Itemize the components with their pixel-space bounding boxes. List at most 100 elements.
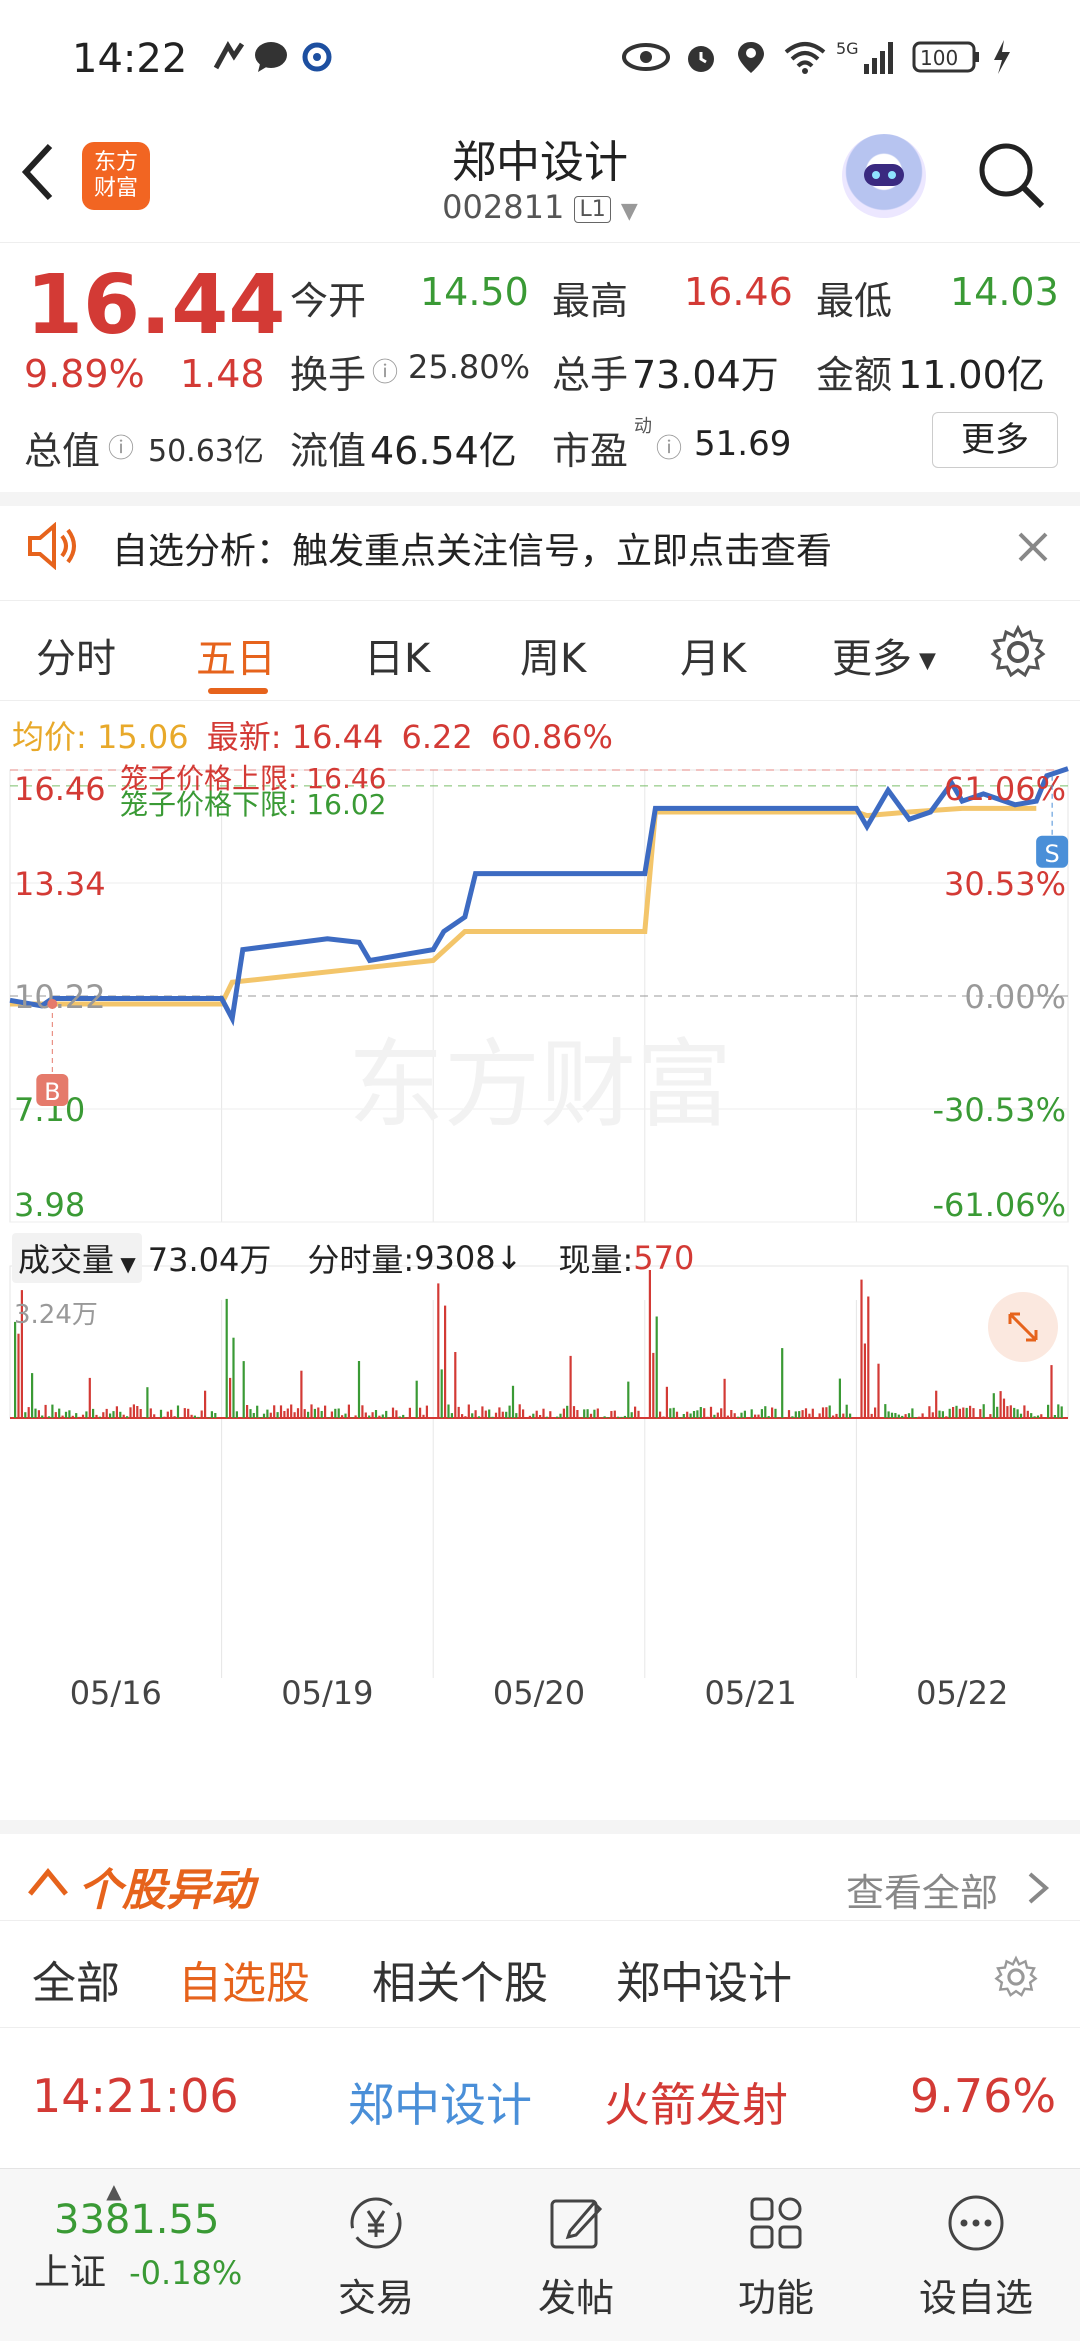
volume-bar	[590, 1414, 592, 1418]
search-icon[interactable]	[976, 140, 1046, 210]
stat-value-pe: 51.69	[694, 424, 791, 464]
volume-bar	[959, 1409, 961, 1418]
volume-bar	[771, 1408, 773, 1419]
volume-bar	[860, 1280, 862, 1418]
volume-bar	[969, 1406, 971, 1418]
volume-bar	[51, 1405, 53, 1418]
volume-bar	[915, 1417, 917, 1418]
date-label: 05/19	[281, 1674, 373, 1712]
volume-bar	[744, 1411, 746, 1418]
volume-bar	[214, 1413, 216, 1418]
notice-text: 自选分析：触发重点关注信号，立即点击查看	[112, 522, 832, 574]
analysis-notice-bar[interactable]: 自选分析：触发重点关注信号，立即点击查看	[0, 492, 1080, 601]
app-logo[interactable]: 东方财富	[82, 142, 150, 210]
stock-movement-header: 个股异动 查看全部	[0, 1820, 1080, 1934]
info-circle-icon[interactable]: ⓘ	[372, 352, 398, 389]
stat-label-pe: 市盈	[552, 420, 628, 475]
volume-bar	[243, 1361, 245, 1418]
volume-bar	[740, 1413, 742, 1418]
pct-axis-label: 30.53%	[944, 865, 1066, 903]
tab-intraday[interactable]: 分时	[36, 626, 116, 684]
volume-bar	[774, 1409, 776, 1418]
movement-event-row[interactable]: 14:21:06 郑中设计 火箭发射 9.76%	[0, 2027, 1080, 2167]
volume-bar	[556, 1417, 558, 1418]
volume-bar	[707, 1417, 709, 1418]
volume-bar	[116, 1406, 118, 1418]
volume-bar	[529, 1416, 531, 1418]
robot-assistant-avatar[interactable]	[842, 134, 926, 218]
volume-bar	[150, 1408, 152, 1418]
volume-bar	[126, 1416, 128, 1418]
volume-bar	[805, 1408, 807, 1418]
volume-bar	[1020, 1414, 1022, 1418]
settings-gear-icon[interactable]	[990, 624, 1046, 680]
volume-bar	[419, 1408, 421, 1418]
volume-bar	[597, 1409, 599, 1419]
five-day-chart[interactable]: 东方财富 笼子价格上限: 16.46笼子价格下限: 16.02 16.4661.…	[0, 758, 1080, 1818]
nav-trade[interactable]: 交易	[306, 2193, 446, 2322]
volume-bar	[422, 1415, 424, 1418]
volume-dropdown[interactable]: 成交量 ▼	[12, 1233, 142, 1283]
volume-bar	[522, 1409, 524, 1418]
tab-daily-k[interactable]: 日K	[364, 626, 430, 684]
tab-weekly-k[interactable]: 周K	[520, 626, 586, 684]
volume-bar	[802, 1410, 804, 1418]
filter-watchlist[interactable]: 自选股	[178, 1947, 310, 2011]
more-stats-button[interactable]: 更多	[932, 412, 1058, 468]
info-circle-icon[interactable]: ⓘ	[656, 428, 682, 465]
volume-bar	[1000, 1391, 1002, 1418]
eye-icon	[620, 38, 672, 76]
volume-bar	[901, 1416, 903, 1418]
volume-bar	[607, 1417, 609, 1418]
volume-bar	[187, 1409, 189, 1418]
volume-bar	[949, 1409, 951, 1418]
svg-text:100: 100	[920, 46, 958, 70]
view-all-link[interactable]: 查看全部	[846, 1862, 998, 1917]
volume-bar	[160, 1410, 162, 1418]
volume-bar	[525, 1417, 527, 1418]
watermark: 东方财富	[348, 1029, 732, 1141]
avg-label: 均价:	[12, 718, 87, 756]
pe-dynamic-superscript: 动	[634, 412, 652, 438]
info-circle-icon[interactable]: ⓘ	[108, 428, 134, 465]
filter-stock[interactable]: 郑中设计	[616, 1947, 792, 2011]
volume-bar	[673, 1408, 675, 1418]
volume-bar	[549, 1411, 551, 1418]
close-icon[interactable]	[1016, 530, 1050, 564]
volume-bar	[825, 1407, 827, 1418]
event-stock-link[interactable]: 郑中设计	[348, 2069, 532, 2135]
nav-add-watchlist[interactable]: 设自选	[906, 2193, 1046, 2322]
expand-chart-button[interactable]	[988, 1292, 1058, 1362]
latest-change-pct: 60.86%	[491, 718, 613, 756]
volume-bar	[952, 1407, 954, 1418]
chevron-up-icon[interactable]	[26, 1864, 70, 1900]
volume-bar	[884, 1404, 886, 1418]
volume-bar	[1006, 1406, 1008, 1418]
volume-bar	[614, 1411, 616, 1418]
stock-code-row[interactable]: 002811 L1 ▼	[340, 188, 740, 226]
price-volume-chart-svg[interactable]: 东方财富 笼子价格上限: 16.46笼子价格下限: 16.02 16.4661.…	[0, 758, 1080, 1818]
minute-volume-value: 9308	[414, 1239, 495, 1277]
tab-monthly-k[interactable]: 月K	[680, 626, 746, 684]
volume-bar	[690, 1414, 692, 1419]
buy-marker-label: B	[44, 1078, 60, 1106]
back-button[interactable]	[20, 140, 80, 210]
nav-post[interactable]: 发帖	[506, 2193, 646, 2322]
nav-functions-label: 功能	[706, 2267, 846, 2322]
filter-all[interactable]: 全部	[32, 1947, 120, 2011]
series-line-average	[10, 808, 1036, 1004]
price-axis-label: 16.46	[14, 770, 106, 808]
tab-five-day[interactable]: 五日	[196, 626, 276, 684]
settings-gear-icon[interactable]	[994, 1955, 1038, 1999]
chevron-right-icon[interactable]	[1026, 1870, 1050, 1906]
volume-bar	[82, 1415, 84, 1418]
tab-more[interactable]: 更多 ▼	[832, 626, 936, 684]
volume-bar	[962, 1408, 964, 1419]
volume-bar	[382, 1415, 384, 1419]
nav-functions[interactable]: 功能	[706, 2193, 846, 2322]
stat-label-high: 最高	[552, 270, 628, 325]
index-ticker[interactable]: ▲ 3381.55 上证 -0.18%	[24, 2185, 284, 2295]
filter-related[interactable]: 相关个股	[372, 1947, 548, 2011]
volume-bar	[348, 1405, 350, 1418]
volume-bar	[911, 1408, 913, 1418]
